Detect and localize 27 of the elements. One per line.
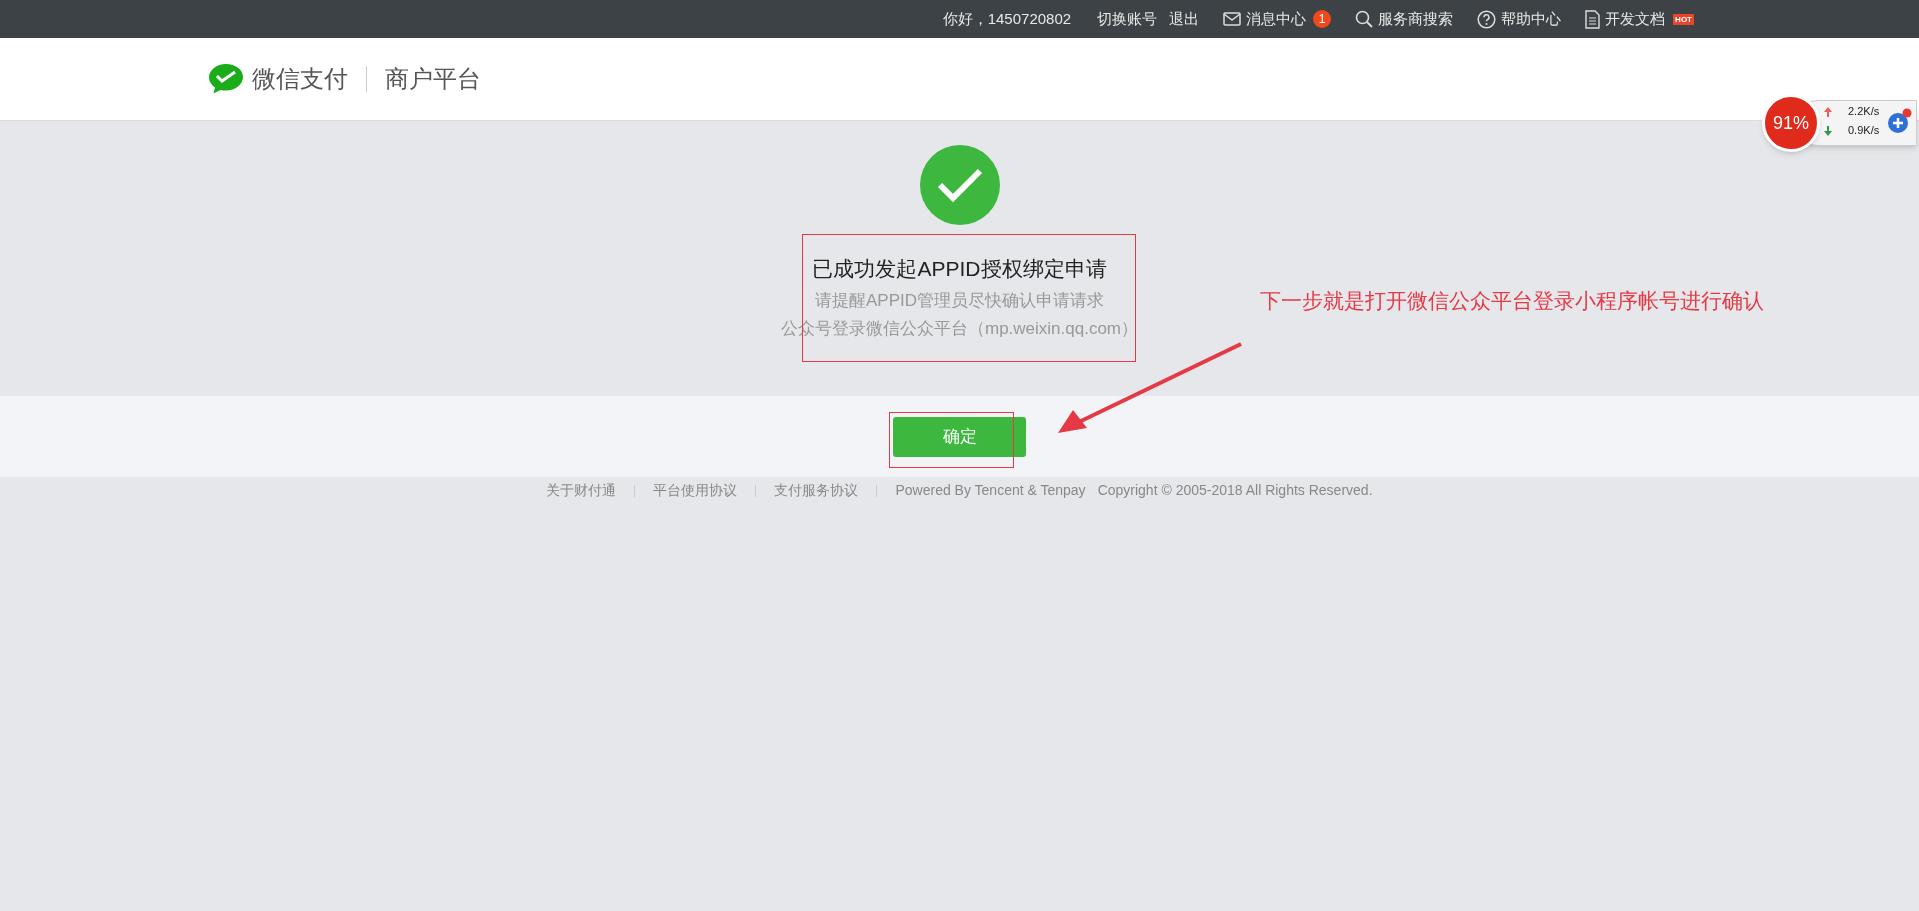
success-check-icon [919, 145, 1000, 225]
top-bar-link[interactable]: 服务商搜索 [1355, 7, 1454, 31]
top-bar-link[interactable]: 消息中心 1 [1223, 7, 1332, 31]
count-badge: 1 [1313, 10, 1332, 28]
greeting-text: 你好，1450720802 [942, 8, 1072, 29]
annotation-text: 下一步就是打开微信公众平台登录小程序帐号进行确认 [1260, 288, 1764, 315]
top-bar-link[interactable]: 开发文档 HOT [1585, 7, 1694, 31]
top-bar-link[interactable]: 切换账号 [1097, 7, 1158, 31]
product-name: 商户平台 [385, 64, 481, 94]
mail-icon [1223, 12, 1242, 26]
plus-button-icon[interactable] [1887, 108, 1913, 134]
up-arrow-icon [1824, 107, 1832, 117]
top-bar-link[interactable]: 帮助中心 [1477, 7, 1562, 31]
hot-tag: HOT [1673, 13, 1694, 25]
download-speed: 0.9K/s [1848, 123, 1880, 138]
down-arrow-icon [1824, 126, 1832, 136]
powered-by-text: Powered By Tencent & Tenpay [895, 481, 1086, 500]
info-text: 请提醒APPID管理员尽快确认申请请求 [815, 289, 1104, 312]
top-bar-link[interactable]: 退出 [1169, 7, 1200, 31]
help-icon [1477, 9, 1497, 29]
copyright-text: Copyright © 2005-2018 All Rights Reserved. [1097, 481, 1373, 500]
success-title: 已成功发起APPID授权绑定申请 [812, 256, 1107, 282]
wechat-pay-logo-icon [208, 63, 244, 95]
search-icon [1355, 10, 1374, 28]
upload-speed: 2.2K/s [1848, 104, 1880, 119]
document-icon [1585, 9, 1601, 29]
brand-name: 微信支付 [252, 64, 348, 94]
